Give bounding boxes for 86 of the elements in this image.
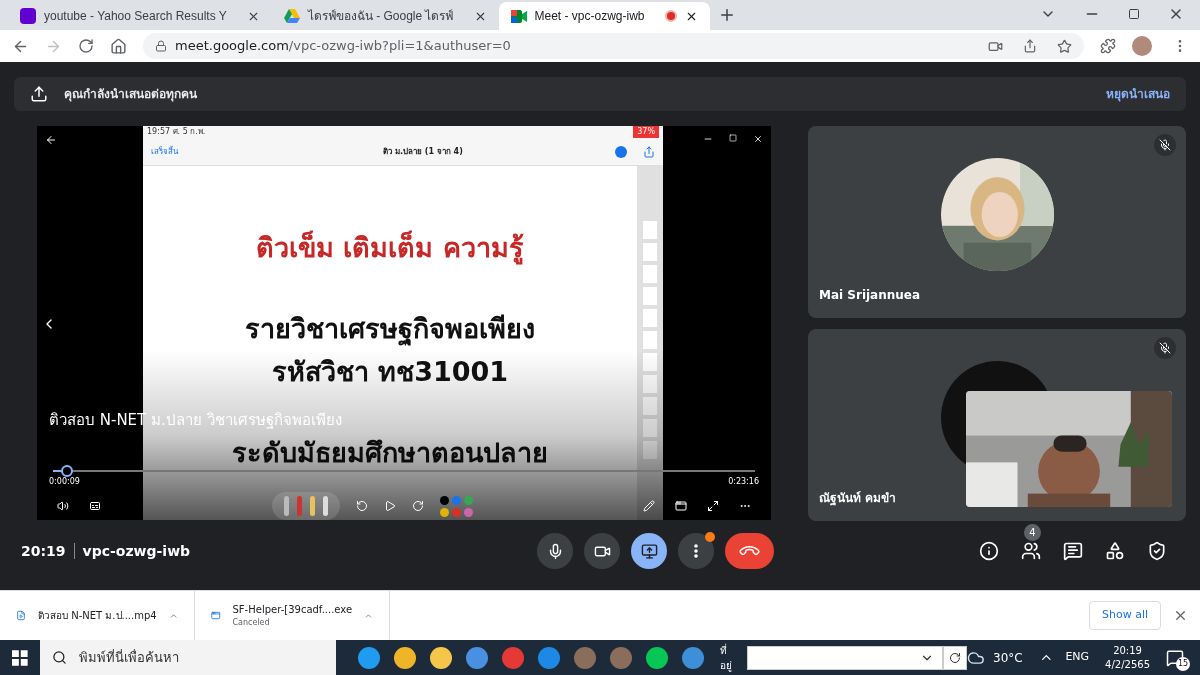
bookmark-icon[interactable] bbox=[1057, 38, 1072, 54]
total-time: 0:23:16 bbox=[728, 476, 759, 488]
taskbar-app-icon[interactable] bbox=[682, 646, 705, 669]
tab-title: Meet - vpc-ozwg-iwb bbox=[534, 8, 645, 25]
present-screen-icon bbox=[640, 542, 658, 560]
close-icon[interactable] bbox=[753, 134, 763, 144]
video-file-icon bbox=[16, 608, 26, 623]
restore-icon[interactable] bbox=[1128, 8, 1140, 20]
activities-icon[interactable] bbox=[1105, 541, 1125, 561]
taskbar-app-icon[interactable] bbox=[358, 646, 381, 669]
present-button[interactable] bbox=[631, 533, 668, 569]
taskbar-app-icon[interactable] bbox=[430, 646, 453, 669]
refresh-button[interactable] bbox=[942, 645, 968, 670]
extensions-icon[interactable] bbox=[1100, 38, 1116, 54]
browser-tab[interactable]: ไดรฟ์ของฉัน - Google ไดรฟ์ bbox=[271, 2, 499, 30]
tab-title: youtube - Yahoo Search Results Y bbox=[44, 8, 227, 25]
rewind-icon[interactable] bbox=[355, 500, 368, 512]
download-status: Canceled bbox=[232, 617, 271, 629]
participant-name: Mai Srijannuea bbox=[818, 287, 922, 304]
taskbar-app-icon[interactable] bbox=[466, 646, 489, 669]
microphone-button[interactable] bbox=[537, 533, 574, 569]
yahoo-logo-icon bbox=[20, 8, 36, 24]
meeting-code: vpc-ozwg-iwb bbox=[82, 541, 192, 561]
slide-text: รหัสวิชา ทช31001 bbox=[271, 358, 509, 386]
info-icon[interactable] bbox=[979, 541, 999, 561]
meet-logo-icon bbox=[510, 9, 527, 23]
chat-icon[interactable] bbox=[1063, 541, 1083, 561]
fullscreen-icon[interactable] bbox=[707, 500, 719, 512]
address-toolbar-field[interactable] bbox=[747, 645, 943, 670]
meeting-time: 20:19 bbox=[21, 541, 66, 561]
download-name: ติวสอบ N-NET ม.ป....mp4 bbox=[38, 609, 157, 623]
reload-icon[interactable] bbox=[78, 38, 94, 54]
taskbar-search-field[interactable]: พิมพ์ที่นี่เพื่อค้นหา bbox=[39, 640, 337, 675]
lock-icon bbox=[155, 40, 167, 52]
host-controls-icon[interactable] bbox=[1147, 541, 1167, 561]
battery-text: 37% bbox=[633, 126, 659, 138]
taskbar-app-icon[interactable] bbox=[646, 646, 669, 669]
progress-track[interactable] bbox=[53, 465, 755, 477]
slide-text: ระดับมัธยมศึกษาตอนปลาย bbox=[232, 439, 548, 467]
close-icon[interactable] bbox=[1173, 608, 1188, 623]
taskbar-clock[interactable]: 20:19 4/2/2565 bbox=[1105, 643, 1150, 672]
people-count-badge: 4 bbox=[1024, 524, 1041, 541]
tab-title: ไดรฟ์ของฉัน - Google ไดรฟ์ bbox=[307, 8, 454, 25]
status-time: 19:57 ศ. 5 ก.พ. bbox=[147, 126, 206, 138]
taskbar-app-icon[interactable] bbox=[394, 646, 417, 669]
more-options-button[interactable] bbox=[678, 533, 715, 569]
pen-icon[interactable] bbox=[643, 500, 655, 512]
language-indicator[interactable]: ENG bbox=[1065, 649, 1090, 666]
notification-count: 15 bbox=[1176, 656, 1190, 671]
banner-text: คุณกำลังนำเสนอต่อทุกคน bbox=[64, 86, 197, 103]
browser-tab[interactable]: youtube - Yahoo Search Results Y bbox=[8, 2, 272, 30]
drive-logo-icon bbox=[283, 9, 300, 23]
address-field[interactable]: meet.google.com/vpc-ozwg-iwb?pli=1&authuser=0 bbox=[143, 33, 1084, 59]
url-text: meet.google.com/vpc-ozwg-iwb?pli=1&authuser=0 bbox=[175, 37, 511, 56]
search-icon bbox=[51, 650, 67, 665]
address-toolbar-label: ที่อยู่ bbox=[720, 642, 734, 673]
volume-icon[interactable] bbox=[57, 500, 69, 512]
profile-icon bbox=[615, 145, 627, 158]
color-palette-drawing bbox=[439, 495, 473, 517]
more-icon bbox=[694, 544, 699, 558]
presenting-icon bbox=[30, 85, 48, 103]
download-name: SF-Helper-[39cadf....exe bbox=[232, 603, 353, 617]
captions-icon[interactable] bbox=[89, 500, 101, 512]
temperature-text: 30°C bbox=[993, 649, 1023, 667]
forward-icon[interactable] bbox=[411, 500, 424, 512]
progress-handle[interactable] bbox=[61, 465, 74, 477]
elapsed-time: 0:00:09 bbox=[49, 476, 80, 488]
back-icon[interactable] bbox=[45, 134, 57, 146]
share-icon[interactable] bbox=[1023, 39, 1037, 53]
done-link[interactable]: เสร็จสิ้น bbox=[151, 145, 231, 158]
windows-start-icon[interactable] bbox=[12, 649, 28, 666]
play-icon[interactable] bbox=[383, 500, 396, 512]
document-title: ติว ม.ปลาย (1 จาก 4) bbox=[382, 145, 464, 158]
show-all-button[interactable]: Show all bbox=[1088, 601, 1161, 630]
taskbar-app-icon[interactable] bbox=[538, 646, 561, 669]
refresh-icon bbox=[949, 651, 962, 664]
home-icon[interactable] bbox=[110, 37, 127, 55]
mini-view-icon[interactable] bbox=[675, 500, 687, 512]
stop-presenting-button[interactable]: หยุดนำเสนอ bbox=[1106, 85, 1170, 103]
leave-call-button[interactable] bbox=[725, 533, 775, 569]
share-icon[interactable] bbox=[643, 145, 655, 158]
participant-name: ณัฐนันท์ คมขำ bbox=[818, 490, 898, 508]
browser-tab[interactable]: Meet - vpc-ozwg-iwb bbox=[498, 2, 710, 30]
profile-avatar[interactable] bbox=[1132, 36, 1152, 56]
camera-button[interactable] bbox=[584, 533, 621, 569]
people-icon[interactable] bbox=[1021, 541, 1041, 561]
